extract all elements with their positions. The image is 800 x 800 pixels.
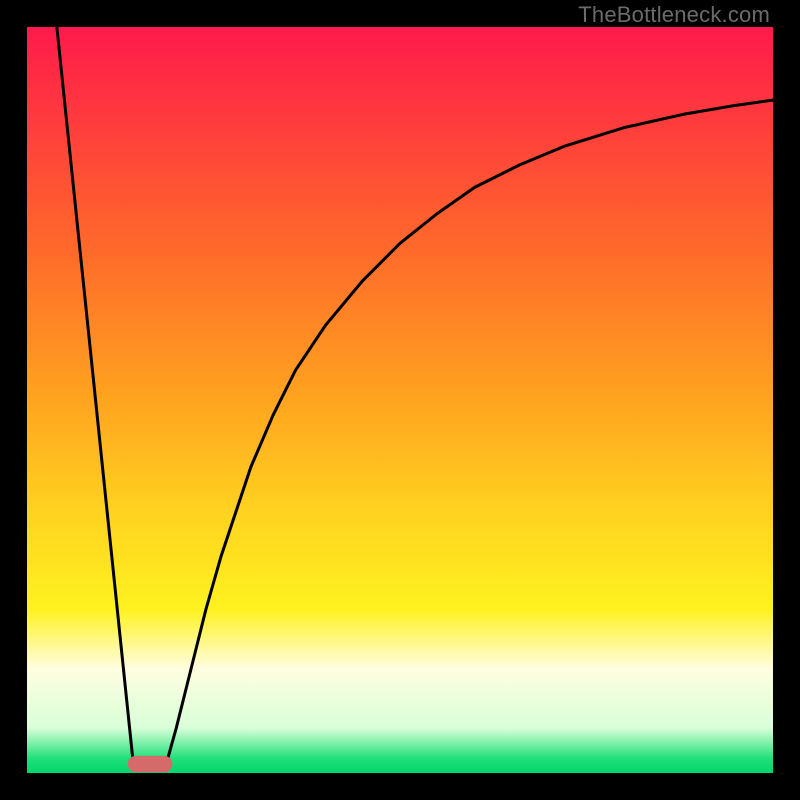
chart-frame <box>27 27 773 773</box>
chart-plot <box>27 27 773 773</box>
gradient-background <box>27 27 773 773</box>
bottleneck-marker <box>128 756 173 772</box>
marker-layer <box>128 756 173 772</box>
watermark-label: TheBottleneck.com <box>578 2 770 28</box>
